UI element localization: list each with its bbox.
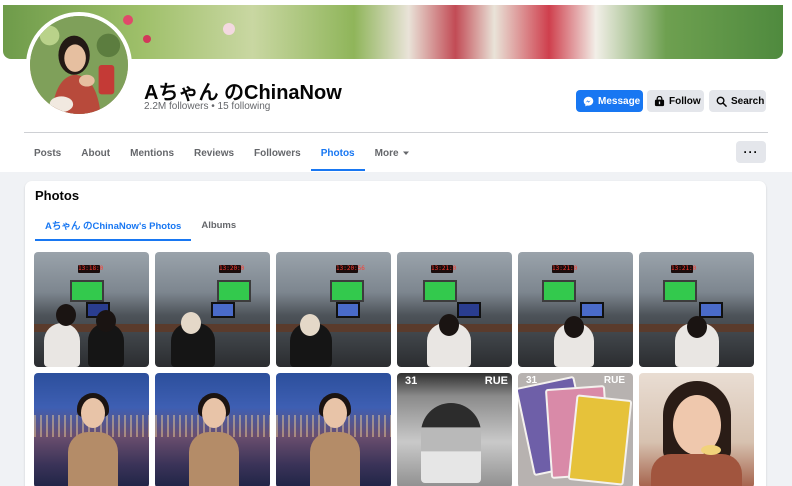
photo-thumbnail[interactable]: [155, 373, 270, 486]
green-screen: [330, 280, 364, 302]
photo-thumbnail[interactable]: 13:18:0: [34, 252, 149, 367]
anchor-face: [81, 398, 105, 428]
cards-issue: 31: [526, 375, 538, 386]
photo-thumbnail[interactable]: 13:21:0: [397, 252, 512, 367]
studio-clock: 13:21:0: [671, 265, 697, 273]
tab-more[interactable]: More: [365, 135, 420, 171]
cover-flower: [123, 15, 133, 25]
caret-down-icon: [402, 151, 409, 155]
follow-button[interactable]: Follow: [647, 90, 704, 112]
green-screen: [423, 280, 457, 302]
message-button[interactable]: Message: [576, 90, 643, 112]
tab-posts[interactable]: Posts: [24, 135, 71, 171]
snack: [701, 445, 721, 455]
tab-label: More: [374, 147, 399, 159]
photo-thumbnail[interactable]: 31 RUE: [397, 373, 512, 486]
follow-button-label: Follow: [669, 95, 701, 107]
photos-section-title: Photos: [35, 188, 80, 203]
magazine-title: RUE: [484, 375, 508, 387]
tab-label: Followers: [254, 147, 301, 159]
search-button[interactable]: Search: [709, 90, 766, 112]
tab-about[interactable]: About: [71, 135, 120, 171]
green-screen: [70, 280, 104, 302]
anchor-body: [310, 432, 360, 486]
header-divider: [24, 132, 768, 133]
studio-clock: 13:21:0: [431, 265, 457, 273]
studio-monitor: [699, 302, 723, 318]
tab-label: Reviews: [194, 147, 235, 159]
tab-label: Posts: [34, 147, 62, 159]
tab-photos[interactable]: Photos: [310, 135, 365, 171]
photo-thumbnail[interactable]: [639, 373, 754, 486]
photos-subtabs: Aちゃん のChinaNow's Photos Albums: [35, 209, 246, 241]
person-figure: [44, 323, 80, 367]
photo-card: [567, 394, 633, 486]
message-button-label: Message: [598, 95, 641, 107]
subtab-albums[interactable]: Albums: [191, 209, 246, 241]
person-head: [439, 314, 459, 336]
studio-desk: [155, 324, 270, 332]
tab-label: Photos: [320, 147, 355, 159]
studio-clock: 13:20:0: [219, 265, 245, 273]
person-head: [56, 304, 76, 326]
cover-flower: [143, 35, 151, 43]
studio-clock: 13:18:0: [78, 265, 104, 273]
tab-label: Mentions: [130, 147, 175, 159]
headphones: [181, 312, 201, 334]
studio-monitor: [211, 302, 235, 318]
tab-mentions[interactable]: Mentions: [120, 135, 184, 171]
photo-grid: 13:18:0 13:20:0 13:20:56 13:21:0 13:21:0…: [34, 252, 754, 486]
search-icon: [716, 96, 727, 107]
studio-monitor: [336, 302, 360, 318]
green-screen: [663, 280, 697, 302]
profile-tabs: Posts About Mentions Reviews Followers P…: [24, 135, 420, 171]
anchor-body: [189, 432, 239, 486]
studio-monitor: [457, 302, 481, 318]
tab-reviews[interactable]: Reviews: [184, 135, 244, 171]
cards-title: RUE: [603, 375, 625, 386]
search-button-label: Search: [731, 95, 765, 107]
person-head: [96, 310, 116, 332]
headphones: [300, 314, 320, 336]
magazine-issue: 31: [405, 375, 418, 387]
studio-clock: 13:20:56: [336, 265, 365, 273]
selfie-shirt: [651, 454, 742, 486]
photo-thumbnail[interactable]: 13:20:0: [155, 252, 270, 367]
subtab-label: Aちゃん のChinaNow's Photos: [45, 221, 182, 232]
photo-thumbnail[interactable]: [276, 373, 391, 486]
green-screen: [217, 280, 251, 302]
photos-section: Photos Aちゃん のChinaNow's Photos Albums 13…: [25, 181, 766, 486]
anchor-face: [202, 398, 226, 428]
magazine-masthead: 31 RUE: [405, 375, 508, 387]
studio-monitor: [580, 302, 604, 318]
person-head: [687, 316, 707, 338]
photo-thumbnail[interactable]: [34, 373, 149, 486]
subtab-label: Albums: [201, 219, 237, 231]
photo-thumbnail[interactable]: 13:20:56: [276, 252, 391, 367]
anchor-body: [68, 432, 118, 486]
anchor-face: [323, 398, 347, 428]
follow-icon: [654, 95, 665, 106]
person-head: [564, 316, 584, 338]
tab-label: About: [81, 147, 111, 159]
studio-clock: 13:21:0: [552, 265, 578, 273]
tab-followers[interactable]: Followers: [244, 135, 311, 171]
profile-header: Aちゃん のChinaNow 2.2M followers • 15 follo…: [0, 0, 792, 172]
avatar-image: [30, 16, 128, 114]
magazine-portrait: [421, 403, 481, 483]
photo-thumbnail[interactable]: 31 RUE: [518, 373, 633, 486]
profile-avatar[interactable]: [26, 12, 132, 118]
messenger-icon: [583, 96, 594, 106]
photo-thumbnail[interactable]: 13:21:0: [639, 252, 754, 367]
subtab-page-photos[interactable]: Aちゃん のChinaNow's Photos: [35, 209, 192, 241]
cards-masthead: 31 RUE: [526, 375, 625, 386]
green-screen: [542, 280, 576, 302]
cover-flower: [223, 23, 235, 35]
more-options-button[interactable]: ···: [736, 141, 766, 163]
follower-count[interactable]: 2.2M followers • 15 following: [144, 101, 270, 112]
photo-thumbnail[interactable]: 13:21:0: [518, 252, 633, 367]
